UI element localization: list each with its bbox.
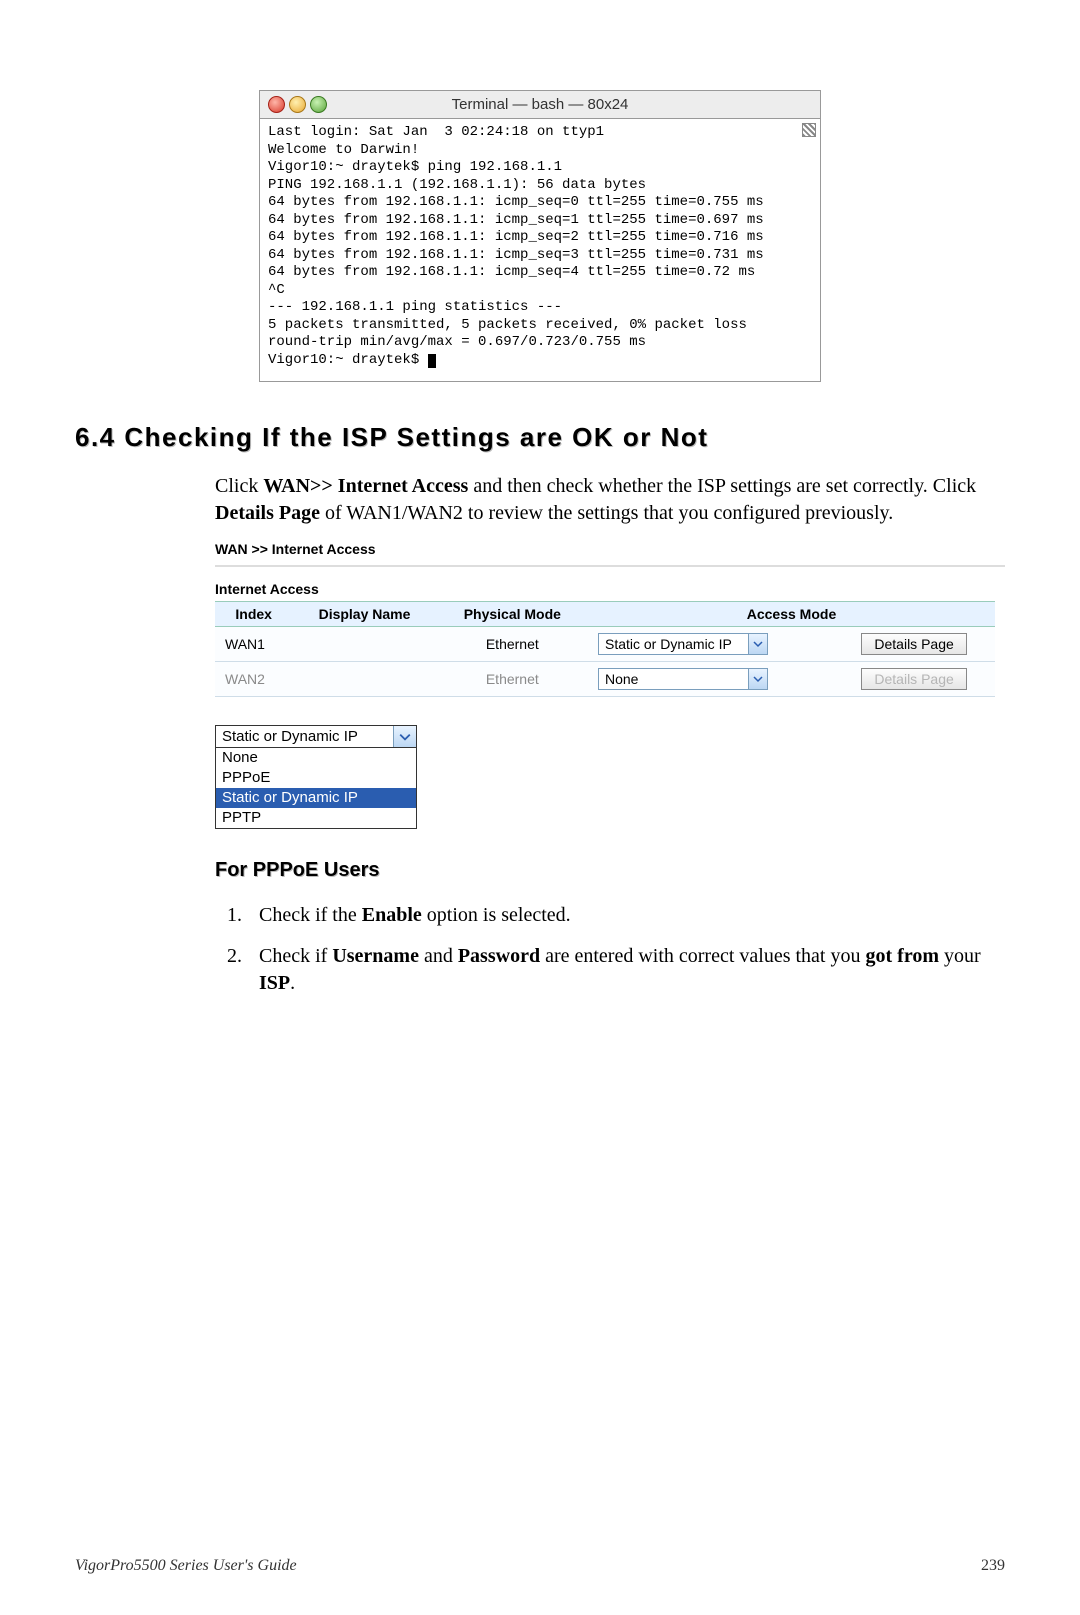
dropdown-options: None PPPoE Static or Dynamic IP PPTP: [216, 748, 416, 828]
access-mode-dropdown-expanded: Static or Dynamic IP None PPPoE Static o…: [215, 725, 417, 829]
text: Click: [215, 475, 263, 497]
text: Check if: [259, 945, 332, 967]
internet-access-table: Index Display Name Physical Mode Access …: [215, 601, 995, 697]
text: .: [290, 972, 295, 994]
select-value: Static or Dynamic IP: [605, 636, 732, 652]
text: and: [419, 945, 458, 967]
text: and then check whether the ISP settings …: [468, 475, 976, 497]
list-item: Check if the Enable option is selected.: [247, 902, 1005, 929]
list-item: Check if Username and Password are enter…: [247, 943, 1005, 997]
intro-paragraph: Click WAN>> Internet Access and then che…: [215, 473, 1005, 527]
details-page-button-disabled: Details Page: [861, 668, 966, 690]
dropdown-option-pppoe[interactable]: PPPoE: [216, 768, 416, 788]
footer-page-number: 239: [981, 1557, 1005, 1575]
text-bold: Password: [458, 945, 540, 967]
text-bold: Username: [332, 945, 419, 967]
dropdown-option-none[interactable]: None: [216, 748, 416, 768]
sub-section-heading: For PPPoE Users: [215, 859, 1005, 882]
text: of WAN1/WAN2 to review the settings that…: [320, 502, 893, 524]
terminal-title: Terminal — bash — 80x24: [260, 96, 820, 113]
panel-title: Internet Access: [215, 581, 1005, 597]
text-bold: WAN>> Internet Access: [263, 475, 468, 497]
table-row: WAN1 Ethernet Static or Dynamic IP Detai…: [215, 627, 995, 662]
divider: [215, 565, 1005, 567]
chevron-down-icon: [748, 669, 767, 689]
text-bold: ISP: [259, 972, 290, 994]
details-page-button[interactable]: Details Page: [861, 633, 966, 655]
cell-index: WAN2: [215, 662, 292, 697]
col-physical-mode: Physical Mode: [437, 602, 588, 627]
cell-physical-mode: Ethernet: [437, 627, 588, 662]
dropdown-option-static-dynamic[interactable]: Static or Dynamic IP: [216, 788, 416, 808]
footer-guide-name: VigorPro5500 Series User's Guide: [75, 1557, 297, 1575]
breadcrumb: WAN >> Internet Access: [215, 541, 1005, 557]
scroll-corner-icon: [802, 123, 816, 137]
terminal-body: Last login: Sat Jan 3 02:24:18 on ttyp1 …: [260, 119, 820, 381]
terminal-window: Terminal — bash — 80x24 Last login: Sat …: [259, 90, 821, 382]
col-display-name: Display Name: [292, 602, 436, 627]
text: your: [939, 945, 981, 967]
col-index: Index: [215, 602, 292, 627]
table-row: WAN2 Ethernet None Details Page: [215, 662, 995, 697]
text: Check if the: [259, 904, 362, 926]
page-footer: VigorPro5500 Series User's Guide 239: [75, 1557, 1005, 1575]
table-header-row: Index Display Name Physical Mode Access …: [215, 602, 995, 627]
text-bold: Details Page: [215, 502, 320, 524]
text-bold: Enable: [362, 904, 422, 926]
terminal-cursor: [428, 354, 436, 368]
steps-list: Check if the Enable option is selected. …: [215, 902, 1005, 997]
col-access-mode: Access Mode: [588, 602, 995, 627]
text: option is selected.: [422, 904, 571, 926]
text-bold: got from: [866, 945, 940, 967]
text: are entered with correct values that you: [540, 945, 865, 967]
section-heading: 6.4 Checking If the ISP Settings are OK …: [75, 422, 1005, 453]
dropdown-selected-row[interactable]: Static or Dynamic IP: [216, 726, 416, 748]
dropdown-selected-value: Static or Dynamic IP: [216, 726, 394, 747]
cell-display-name: [292, 662, 436, 697]
access-mode-select-wan1[interactable]: Static or Dynamic IP: [598, 633, 768, 655]
cell-index: WAN1: [215, 627, 292, 662]
dropdown-option-pptp[interactable]: PPTP: [216, 808, 416, 828]
select-value: None: [605, 671, 638, 687]
terminal-titlebar: Terminal — bash — 80x24: [260, 91, 820, 119]
chevron-down-icon: [748, 634, 767, 654]
cell-display-name: [292, 627, 436, 662]
cell-physical-mode: Ethernet: [437, 662, 588, 697]
chevron-down-icon: [394, 726, 416, 747]
access-mode-select-wan2[interactable]: None: [598, 668, 768, 690]
